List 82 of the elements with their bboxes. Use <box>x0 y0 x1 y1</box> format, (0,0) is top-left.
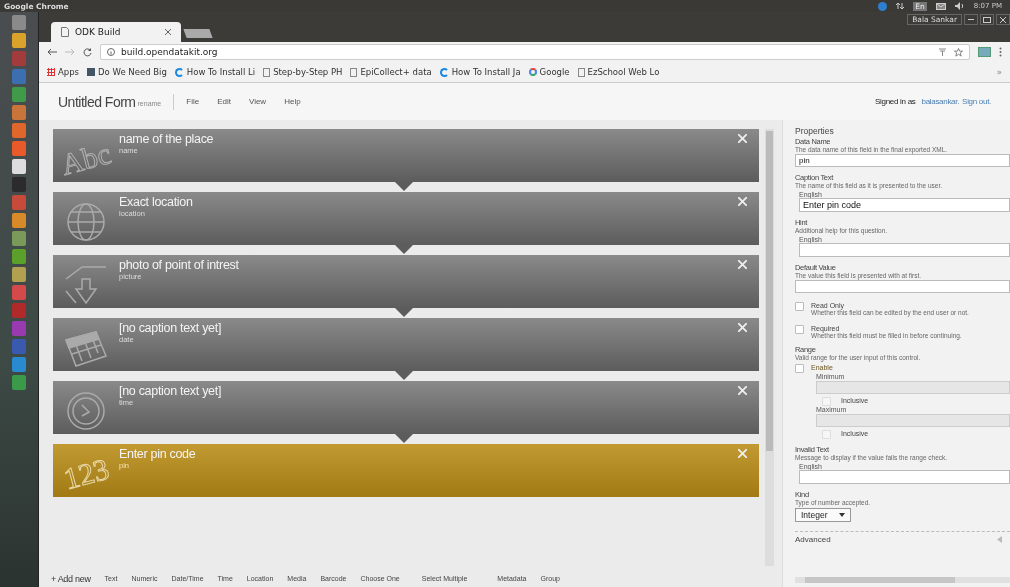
question-caption: Enter pin code <box>119 447 196 461</box>
question-caption: photo of point of intrest <box>119 258 239 272</box>
bookmark-link[interactable]: EzSchool Web Lo <box>577 67 660 77</box>
question-caption: [no caption text yet] <box>119 321 222 335</box>
text-input[interactable] <box>799 243 1010 257</box>
app-icon[interactable] <box>12 69 26 84</box>
collapse-arrow-icon[interactable] <box>997 536 1002 543</box>
menu-item[interactable]: Help <box>284 97 301 106</box>
bookmark-link[interactable]: Do We Need Big <box>87 67 167 77</box>
app-icon[interactable] <box>12 15 26 30</box>
signed-in-text: Signed in as <box>875 97 916 106</box>
app-icon[interactable] <box>12 213 26 228</box>
maximize-icon[interactable] <box>980 14 994 25</box>
app-icon[interactable] <box>12 303 26 318</box>
info-icon <box>107 48 115 56</box>
reload-icon[interactable] <box>83 47 92 57</box>
advanced-toggle[interactable]: Advanced <box>795 535 831 544</box>
app-icon[interactable] <box>12 267 26 282</box>
menu-item[interactable]: View <box>248 97 267 106</box>
new-tab-button[interactable] <box>183 29 213 38</box>
app-icon[interactable] <box>12 249 26 264</box>
checkbox[interactable] <box>795 325 804 334</box>
checkbox[interactable] <box>795 364 804 373</box>
bookmark-link[interactable]: Google <box>528 67 570 77</box>
add-new-label: + Add new <box>51 573 91 584</box>
app-icon[interactable] <box>12 159 26 174</box>
user-link[interactable]: balasankar. <box>921 97 960 106</box>
extension-icon[interactable] <box>978 47 991 57</box>
text-input[interactable] <box>799 470 1010 484</box>
text-input[interactable] <box>795 280 1010 293</box>
bookmark-link[interactable]: How To Install Ja <box>439 67 521 77</box>
bookmark-link[interactable]: EpiCollect+ data <box>350 67 432 77</box>
app-icon[interactable] <box>12 285 26 300</box>
text-input[interactable]: pin <box>795 154 1010 167</box>
star-icon[interactable] <box>954 47 963 57</box>
question-caption: Exact location <box>119 195 193 209</box>
menu-item[interactable]: File <box>186 97 200 106</box>
app-icon[interactable] <box>12 357 26 372</box>
app-icon[interactable] <box>12 105 26 120</box>
app-icon[interactable] <box>12 87 26 102</box>
globe-icon <box>64 201 108 242</box>
clock-icon <box>64 390 108 431</box>
close-icon[interactable] <box>165 29 171 35</box>
question-caption: [no caption text yet] <box>119 384 222 398</box>
mail-icon[interactable] <box>935 2 946 10</box>
more-icon[interactable] <box>999 47 1002 57</box>
caret-icon <box>839 513 846 517</box>
text-input[interactable]: Enter pin code <box>799 198 1010 212</box>
type-glyph: 123 <box>59 451 113 496</box>
close-icon[interactable] <box>996 14 1010 25</box>
question-caption: name of the place <box>119 132 214 146</box>
bookmark-link[interactable]: Step-by-Step PH <box>263 67 343 77</box>
minimize-icon[interactable] <box>964 14 978 25</box>
app-icon[interactable] <box>12 195 26 210</box>
menu-item[interactable]: Edit <box>217 97 231 106</box>
address-bar[interactable]: build.opendatakit.org <box>100 44 970 60</box>
back-icon[interactable] <box>47 48 57 56</box>
sign-out-link[interactable]: Sign out. <box>962 97 991 106</box>
type-glyph: Abc <box>57 135 115 182</box>
app-icon[interactable] <box>12 123 26 138</box>
volume-icon[interactable] <box>954 2 965 10</box>
app-icon[interactable] <box>12 51 26 66</box>
scrollbar[interactable] <box>765 129 774 566</box>
browser-tab[interactable]: ODK Build <box>51 22 181 42</box>
network-icon[interactable] <box>896 2 905 10</box>
scrollbar[interactable] <box>795 577 1010 583</box>
bookmarks-overflow[interactable]: » <box>996 67 1002 77</box>
properties-title: Properties <box>795 126 835 136</box>
app-icon[interactable] <box>12 33 26 48</box>
form-title[interactable]: Untitled Form <box>58 93 136 110</box>
app-icon[interactable] <box>12 339 26 354</box>
app-icon[interactable] <box>12 141 26 156</box>
number-kind-dropdown[interactable]: Integer <box>795 508 852 522</box>
page-icon <box>61 27 69 37</box>
checkbox[interactable] <box>795 302 804 311</box>
bookmark-link[interactable]: Apps <box>47 67 80 77</box>
forward-icon[interactable] <box>65 48 75 56</box>
bookmark-link[interactable]: How To Install Li <box>174 67 256 77</box>
app-icon[interactable] <box>12 321 26 336</box>
app-icon[interactable] <box>12 231 26 246</box>
app-icon[interactable] <box>12 177 26 192</box>
app-icon[interactable] <box>12 375 26 390</box>
